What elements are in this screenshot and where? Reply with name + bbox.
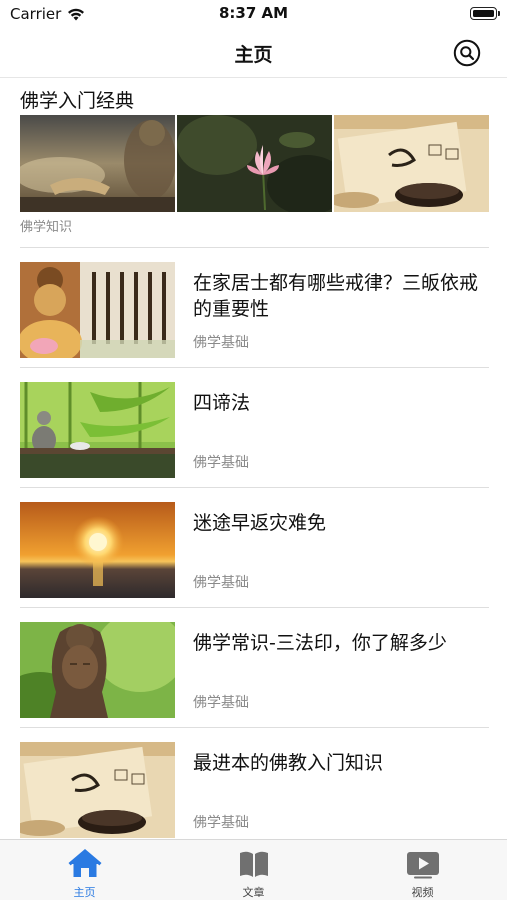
thumbnail-sunset-sea-image (20, 502, 175, 598)
list-item[interactable]: 迷途早返灾难免 佛学基础 (20, 487, 489, 607)
article-title: 迷途早返灾难免 (193, 512, 327, 534)
banner-caption: 佛学知识 (20, 220, 73, 235)
video-play-icon (406, 852, 439, 879)
banner-buddha-hands-image[interactable] (20, 115, 175, 212)
navigation-bar: 主页 (0, 28, 507, 78)
article-category: 佛学基础 (193, 575, 249, 591)
tab-label: 视频 (411, 886, 434, 899)
banner-carousel[interactable] (20, 115, 489, 212)
article-title: 佛学常识-三法印，你了解多少 (193, 632, 447, 654)
tab-articles[interactable]: 文章 (169, 840, 338, 900)
article-category: 佛学基础 (193, 695, 249, 711)
thumbnail-calligraphy-tea-image (20, 742, 175, 838)
thumbnail-bamboo-buddha-image (20, 382, 175, 478)
section-title: 佛学入门经典 (20, 90, 135, 112)
article-list: 在家居士都有哪些戒律？三皈依戒的重要性 佛学基础 四谛法 佛学基础 迷途早返灾难… (20, 247, 489, 847)
book-icon (239, 851, 268, 877)
battery-icon (470, 7, 500, 20)
tab-videos[interactable]: 视频 (338, 840, 507, 900)
article-category: 佛学基础 (193, 455, 249, 471)
tab-label: 主页 (73, 886, 96, 899)
search-icon[interactable] (453, 39, 481, 67)
thumbnail-buddha-calligraphy-image (20, 262, 175, 358)
banner-calligraphy-tea-image[interactable] (334, 115, 489, 212)
article-category: 佛学基础 (193, 815, 249, 831)
thumbnail-buddha-head-image (20, 622, 175, 718)
status-bar: Carrier 8:37 AM (0, 0, 507, 28)
banner-lotus-image[interactable] (177, 115, 332, 212)
tab-home[interactable]: 主页 (0, 840, 169, 900)
home-icon (68, 849, 101, 877)
list-item[interactable]: 最进本的佛教入门知识 佛学基础 (20, 727, 489, 847)
tab-label: 文章 (242, 886, 265, 899)
page-title: 主页 (234, 44, 273, 66)
list-item[interactable]: 佛学常识-三法印，你了解多少 佛学基础 (20, 607, 489, 727)
article-category: 佛学基础 (193, 335, 249, 351)
status-time: 8:37 AM (218, 4, 289, 22)
list-item[interactable]: 四谛法 佛学基础 (20, 367, 489, 487)
article-title: 最进本的佛教入门知识 (193, 752, 384, 774)
article-title: 在家居士都有哪些戒律？三皈依戒的重要性 (193, 272, 479, 320)
tab-bar: 主页 文章 视频 (0, 839, 507, 900)
list-item[interactable]: 在家居士都有哪些戒律？三皈依戒的重要性 佛学基础 (20, 247, 489, 367)
article-title: 四谛法 (193, 392, 251, 414)
